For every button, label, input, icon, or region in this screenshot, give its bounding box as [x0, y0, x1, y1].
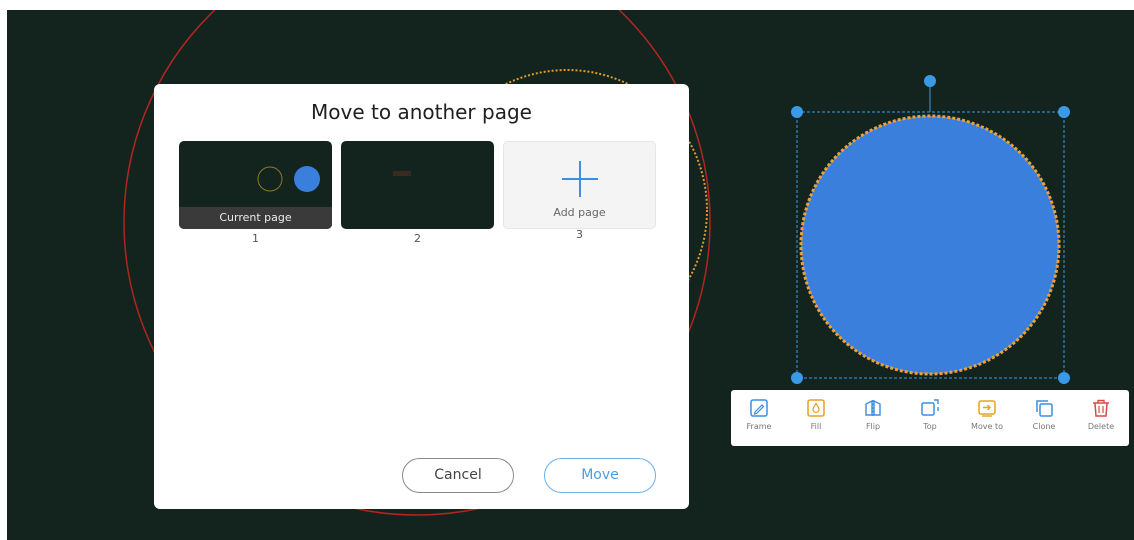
tool-delete-label: Delete	[1087, 422, 1115, 431]
tool-flip[interactable]: Flip	[848, 398, 898, 431]
tool-fill-label: Fill	[810, 422, 822, 431]
move-to-icon	[978, 400, 996, 417]
delete-icon	[1093, 399, 1109, 417]
resize-handle-top-right[interactable]	[1058, 106, 1070, 118]
whiteboard-canvas[interactable]: Move to another page Current page 1 2 Ad…	[7, 10, 1134, 540]
add-page-button[interactable]: Add page	[503, 141, 656, 229]
bring-to-top-icon	[921, 399, 939, 416]
tool-top-label: Top	[923, 422, 937, 431]
frame-icon	[750, 399, 768, 417]
clone-icon	[1036, 400, 1053, 417]
tool-move-to[interactable]: Move to	[962, 398, 1012, 431]
move-page-dialog: Move to another page Current page 1 2 Ad…	[154, 84, 689, 509]
resize-handle-bottom-right[interactable]	[1058, 372, 1070, 384]
page-thumbnail-2[interactable]	[341, 141, 494, 229]
tool-clone[interactable]: Clone	[1019, 398, 1069, 431]
resize-handle-top-left[interactable]	[791, 106, 803, 118]
move-button[interactable]: Move	[544, 458, 656, 493]
tool-fill[interactable]: Fill	[791, 398, 841, 431]
rotate-handle[interactable]	[924, 75, 936, 87]
page-number-3: 3	[576, 228, 583, 241]
flip-icon	[865, 399, 881, 416]
thumb-faint-mark	[393, 171, 411, 176]
cancel-button[interactable]: Cancel	[402, 458, 514, 493]
add-page-label: Add page	[553, 206, 606, 219]
fill-icon	[807, 399, 825, 417]
shape-toolbar: Frame Fill Flip Top Move to Clone Delete	[731, 390, 1129, 446]
page-number-2: 2	[414, 232, 421, 245]
tool-top[interactable]: Top	[905, 398, 955, 431]
thumb-blue-circle	[294, 166, 320, 192]
dialog-title: Move to another page	[311, 100, 532, 124]
tool-flip-label: Flip	[865, 422, 881, 431]
tool-clone-label: Clone	[1032, 422, 1056, 431]
selected-circle-shape[interactable]	[799, 114, 1061, 376]
tool-frame-label: Frame	[746, 422, 772, 431]
tool-move-to-label: Move to	[970, 422, 1004, 431]
current-page-label: Current page	[179, 207, 332, 229]
page-thumbnail-1[interactable]: Current page	[179, 141, 332, 229]
plus-icon-vertical	[579, 161, 581, 197]
tool-delete[interactable]: Delete	[1076, 398, 1126, 431]
page-number-1: 1	[252, 232, 259, 245]
thumb-red-circle	[257, 166, 283, 192]
resize-handle-bottom-left[interactable]	[791, 372, 803, 384]
tool-frame[interactable]: Frame	[734, 398, 784, 431]
